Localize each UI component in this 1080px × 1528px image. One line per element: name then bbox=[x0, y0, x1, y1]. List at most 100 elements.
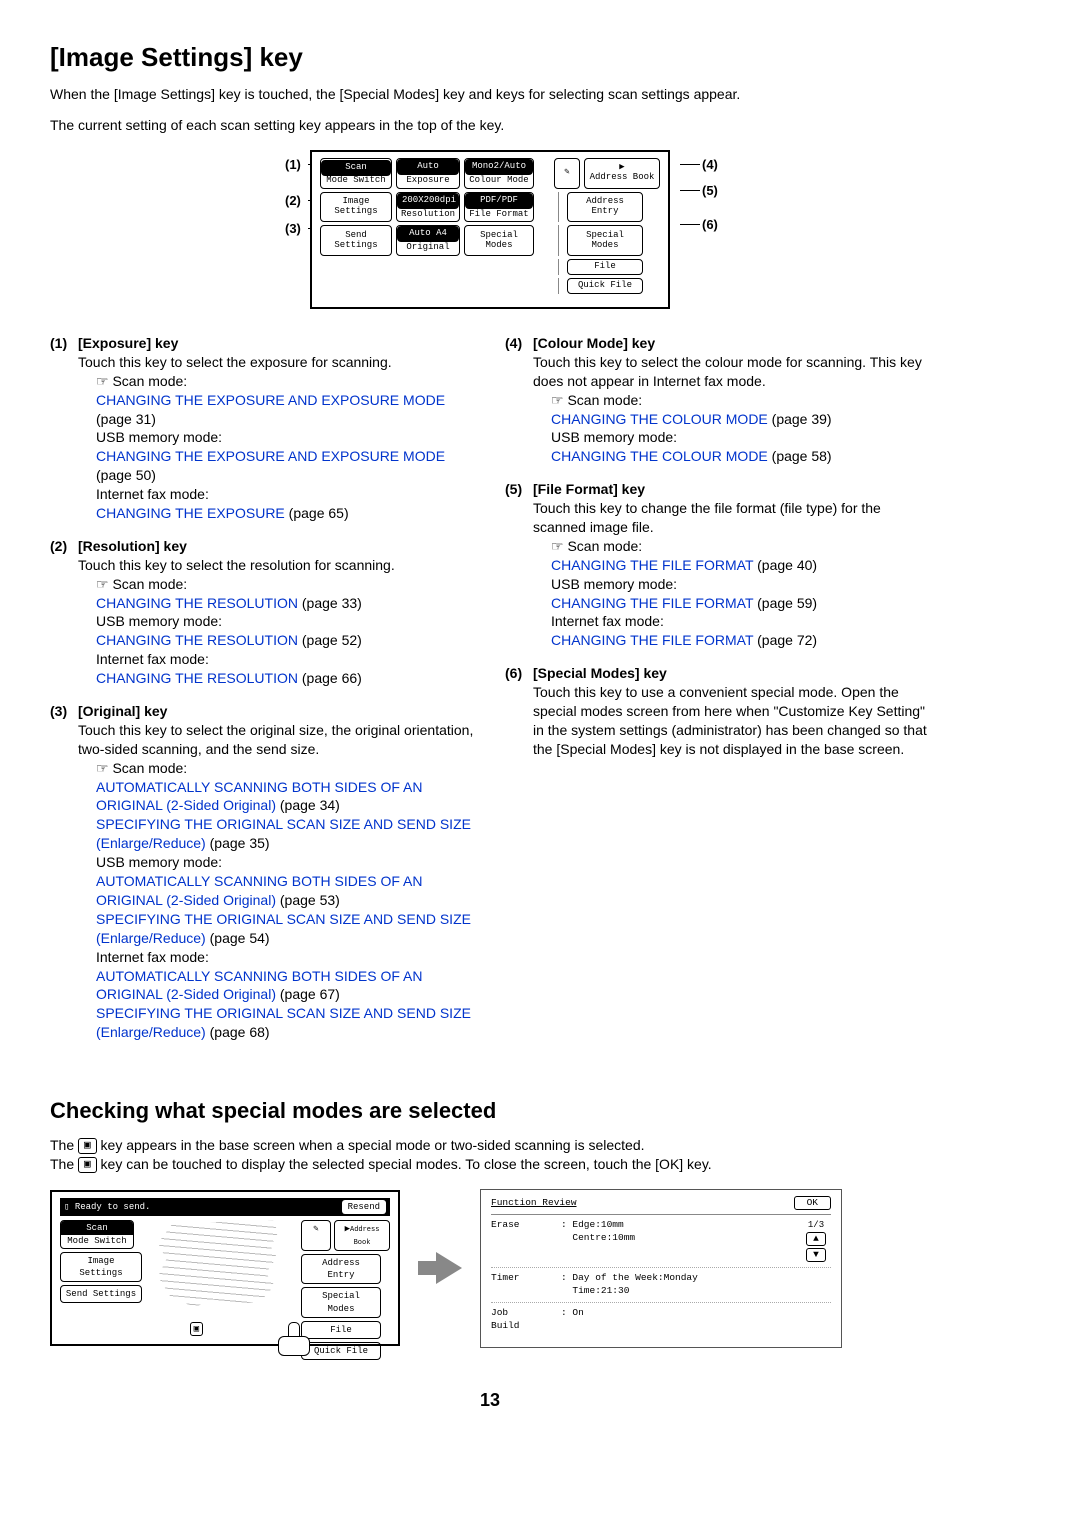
doc-link[interactable]: CHANGING THE EXPOSURE AND EXPOSURE MODE bbox=[96, 448, 445, 464]
key-item: (2)[Resolution] keyTouch this key to sel… bbox=[50, 537, 475, 688]
quick-file-button[interactable]: Quick File bbox=[567, 278, 643, 294]
section2-line2: The ▣ key can be touched to display the … bbox=[50, 1155, 930, 1174]
review-row: Erase: Edge:10mm Centre:10mm1/3▲▼ bbox=[491, 1215, 831, 1268]
link-line: CHANGING THE RESOLUTION (page 33) bbox=[96, 594, 475, 613]
doc-link[interactable]: CHANGING THE FILE FORMAT bbox=[551, 595, 753, 611]
key-desc: Touch this key to change the file format… bbox=[533, 499, 930, 537]
function-review-title: Function Review bbox=[491, 1197, 577, 1210]
callout-4: (4) bbox=[702, 156, 718, 174]
mode-label: USB memory mode: bbox=[96, 853, 475, 872]
resolution-key[interactable]: 200X200dpi Resolution bbox=[396, 192, 460, 223]
mode-label: USB memory mode: bbox=[551, 428, 930, 447]
link-line: AUTOMATICALLY SCANNING BOTH SIDES OF AN … bbox=[96, 778, 475, 816]
review-icon-2: ▣ bbox=[78, 1157, 97, 1174]
mode-label: ☞ Scan mode: bbox=[96, 372, 475, 391]
special-modes-key[interactable]: Special Modes bbox=[464, 225, 534, 256]
file-format-key[interactable]: PDF/PDF File Format bbox=[464, 192, 534, 223]
key-item: (5)[File Format] keyTouch this key to ch… bbox=[505, 480, 930, 650]
link-line: CHANGING THE FILE FORMAT (page 59) bbox=[551, 594, 930, 613]
review-icon: ▣ bbox=[78, 1138, 97, 1155]
key-item: (6)[Special Modes] keyTouch this key to … bbox=[505, 664, 930, 758]
key-desc: Touch this key to select the resolution … bbox=[78, 556, 475, 575]
callout-2: (2) bbox=[285, 192, 301, 210]
link-line: CHANGING THE RESOLUTION (page 66) bbox=[96, 669, 475, 688]
mode-label: ☞ Scan mode: bbox=[551, 391, 930, 410]
doc-link[interactable]: AUTOMATICALLY SCANNING BOTH SIDES OF AN … bbox=[96, 968, 422, 1003]
callout-3: (3) bbox=[285, 220, 301, 238]
doc-link[interactable]: CHANGING THE COLOUR MODE bbox=[551, 448, 768, 464]
preview-icon[interactable]: ✎ bbox=[554, 158, 580, 189]
base-screen-panel: ▯ Ready to send. Resend Scan Mode Switch… bbox=[50, 1190, 400, 1346]
review-icon-small[interactable]: ▣ bbox=[190, 1322, 203, 1336]
ok-button[interactable]: OK bbox=[794, 1196, 831, 1211]
doc-link[interactable]: CHANGING THE RESOLUTION bbox=[96, 670, 298, 686]
address-entry-button-2[interactable]: Address Entry bbox=[301, 1254, 381, 1284]
preview-icon-2[interactable]: ✎ bbox=[301, 1220, 331, 1251]
doc-link[interactable]: SPECIFYING THE ORIGINAL SCAN SIZE AND SE… bbox=[96, 1005, 471, 1040]
colour-mode-key[interactable]: Mono2/Auto Colour Mode bbox=[464, 158, 534, 189]
image-settings-key[interactable]: Image Settings bbox=[320, 192, 392, 223]
key-title: [File Format] key bbox=[533, 480, 930, 499]
mode-switch-label: Mode Switch bbox=[321, 176, 391, 186]
send-settings-button[interactable]: Send Settings bbox=[60, 1285, 142, 1303]
address-entry-button[interactable]: Address Entry bbox=[567, 192, 643, 223]
send-settings-key[interactable]: Send Settings bbox=[320, 225, 392, 256]
key-desc: Touch this key to select the colour mode… bbox=[533, 353, 930, 391]
mode-label: Internet fax mode: bbox=[551, 612, 930, 631]
link-line: AUTOMATICALLY SCANNING BOTH SIDES OF AN … bbox=[96, 872, 475, 910]
link-line: CHANGING THE RESOLUTION (page 52) bbox=[96, 631, 475, 650]
settings-diagram: (1) (2) (3) (4) (5) (6) Scan Mode Switch… bbox=[50, 150, 930, 309]
image-settings-button[interactable]: Image Settings bbox=[60, 1252, 142, 1282]
scan-tab[interactable]: Scan bbox=[321, 160, 391, 176]
file-button-2[interactable]: File bbox=[301, 1321, 381, 1339]
key-item: (4)[Colour Mode] keyTouch this key to se… bbox=[505, 334, 930, 466]
doc-link[interactable]: CHANGING THE FILE FORMAT bbox=[551, 557, 753, 573]
exposure-key[interactable]: Auto Exposure bbox=[396, 158, 460, 189]
mode-label: ☞ Scan mode: bbox=[96, 759, 475, 778]
key-title: [Exposure] key bbox=[78, 334, 475, 353]
file-button[interactable]: File bbox=[567, 259, 643, 275]
special-modes-button-r[interactable]: Special Modes bbox=[567, 225, 643, 256]
doc-link[interactable]: SPECIFYING THE ORIGINAL SCAN SIZE AND SE… bbox=[96, 911, 471, 946]
link-line: SPECIFYING THE ORIGINAL SCAN SIZE AND SE… bbox=[96, 1004, 475, 1042]
original-key[interactable]: Auto A4 Original bbox=[396, 225, 460, 256]
link-line: CHANGING THE EXPOSURE (page 65) bbox=[96, 504, 475, 523]
mode-label: USB memory mode: bbox=[96, 428, 475, 447]
doc-link[interactable]: AUTOMATICALLY SCANNING BOTH SIDES OF AN … bbox=[96, 873, 422, 908]
key-item: (1)[Exposure] keyTouch this key to selec… bbox=[50, 334, 475, 523]
doc-link[interactable]: CHANGING THE RESOLUTION bbox=[96, 632, 298, 648]
link-line: CHANGING THE FILE FORMAT (page 40) bbox=[551, 556, 930, 575]
doc-link[interactable]: AUTOMATICALLY SCANNING BOTH SIDES OF AN … bbox=[96, 779, 422, 814]
doc-link[interactable]: CHANGING THE FILE FORMAT bbox=[551, 632, 753, 648]
mode-label: ☞ Scan mode: bbox=[551, 537, 930, 556]
link-line: CHANGING THE FILE FORMAT (page 72) bbox=[551, 631, 930, 650]
resend-button[interactable]: Resend bbox=[342, 1200, 386, 1214]
page-title: [Image Settings] key bbox=[50, 40, 930, 75]
special-modes-button-2[interactable]: Special Modes bbox=[301, 1287, 381, 1317]
doc-link[interactable]: SPECIFYING THE ORIGINAL SCAN SIZE AND SE… bbox=[96, 816, 471, 851]
arrow-icon bbox=[418, 1252, 462, 1284]
intro-2: The current setting of each scan setting… bbox=[50, 116, 930, 135]
section2-title: Checking what special modes are selected bbox=[50, 1096, 930, 1126]
scroll-down-button[interactable]: ▼ bbox=[806, 1248, 826, 1262]
cloud-illustration bbox=[158, 1220, 278, 1308]
mode-label: Internet fax mode: bbox=[96, 485, 475, 504]
key-desc: Touch this key to select the original si… bbox=[78, 721, 475, 759]
function-review-panel: Function Review OK Erase: Edge:10mm Cent… bbox=[480, 1189, 842, 1348]
link-line: CHANGING THE EXPOSURE AND EXPOSURE MODE … bbox=[96, 447, 475, 485]
address-book-button-2[interactable]: ▶Address Book bbox=[334, 1220, 390, 1251]
link-line: SPECIFYING THE ORIGINAL SCAN SIZE AND SE… bbox=[96, 815, 475, 853]
key-title: [Resolution] key bbox=[78, 537, 475, 556]
doc-link[interactable]: CHANGING THE RESOLUTION bbox=[96, 595, 298, 611]
key-title: [Original] key bbox=[78, 702, 475, 721]
doc-link[interactable]: CHANGING THE EXPOSURE AND EXPOSURE MODE bbox=[96, 392, 445, 408]
page-indicator: 1/3 bbox=[801, 1219, 831, 1231]
link-line: AUTOMATICALLY SCANNING BOTH SIDES OF AN … bbox=[96, 967, 475, 1005]
doc-link[interactable]: CHANGING THE COLOUR MODE bbox=[551, 411, 768, 427]
quick-file-button-2[interactable]: Quick File bbox=[301, 1342, 381, 1360]
scroll-up-button[interactable]: ▲ bbox=[806, 1232, 826, 1246]
doc-link[interactable]: CHANGING THE EXPOSURE bbox=[96, 505, 285, 521]
address-book-button[interactable]: ▶Address Book bbox=[584, 158, 660, 189]
review-row: Timer: Day of the Week:Monday Time:21:30 bbox=[491, 1268, 831, 1303]
link-line: CHANGING THE COLOUR MODE (page 39) bbox=[551, 410, 930, 429]
